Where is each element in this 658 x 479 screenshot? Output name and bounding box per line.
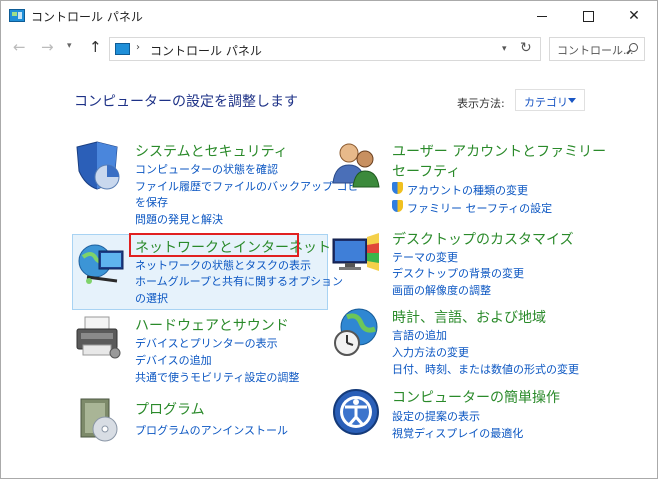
view-by-value: カテゴリ [524,96,568,109]
address-bar[interactable]: › コントロール パネル ▾ ↻ [109,37,541,61]
category-programs[interactable]: プログラム [135,399,205,419]
chevron-down-icon [568,98,576,103]
breadcrumb[interactable]: コントロール パネル [150,42,262,59]
link-check-computer-status[interactable]: コンピューターの状態を確認 [135,161,278,177]
maximize-icon [582,10,594,22]
link-network-status[interactable]: ネットワークの状態とタスクの表示 [135,257,311,273]
link-date-time-format[interactable]: 日付、時刻、または数値の形式の変更 [392,361,579,377]
maximize-button[interactable] [565,1,611,31]
search-icon[interactable] [629,43,638,52]
link-input-methods[interactable]: 入力方法の変更 [392,344,469,360]
shield-icon [76,141,120,190]
title-bar: コントロール パネル ✕ [1,1,657,31]
back-arrow-icon[interactable]: ← [13,38,26,56]
page-title: コンピューターの設定を調整します [74,94,298,110]
network-globe-icon [78,244,124,284]
link-change-background[interactable]: デスクトップの背景の変更 [392,265,524,281]
refresh-icon[interactable]: ↻ [520,40,532,56]
category-user-accounts[interactable]: ユーザー アカウントとファミリー [392,141,606,161]
window-title: コントロール パネル [31,10,143,24]
navigation-bar: ← → ▾ ↑ › コントロール パネル ▾ ↻ コントロール... [1,35,657,63]
link-file-history-backup-cont[interactable]: を保存 [135,194,168,210]
category-ease-of-access[interactable]: コンピューターの簡単操作 [392,387,560,407]
minimize-icon [537,15,547,17]
category-appearance[interactable]: デスクトップのカスタマイズ [392,229,574,249]
view-by-dropdown[interactable]: カテゴリ [515,89,585,111]
ease-of-access-icon [333,389,379,435]
programs-icon [80,398,118,442]
printer-icon [76,316,121,359]
control-panel-icon [9,9,25,22]
forward-arrow-icon[interactable]: → [41,38,54,56]
selection-highlight-box [129,233,299,257]
close-icon: ✕ [628,8,640,24]
link-devices-printers[interactable]: デバイスとプリンターの表示 [135,335,278,351]
control-panel-small-icon [115,43,130,55]
link-get-recommendations[interactable]: 設定の提案の表示 [392,408,480,424]
link-mobility-settings[interactable]: 共通で使うモビリティ設定の調整 [135,369,299,385]
close-button[interactable]: ✕ [611,1,657,31]
recent-locations-chevron-icon[interactable]: ▾ [67,41,72,51]
control-panel-window: コントロール パネル ✕ ← → ▾ ↑ › コントロール パネル ▾ ↻ コン… [0,0,658,479]
link-add-device[interactable]: デバイスの追加 [135,352,212,368]
address-dropdown-chevron-icon[interactable]: ▾ [502,44,507,54]
link-add-language[interactable]: 言語の追加 [392,327,447,343]
breadcrumb-separator: › [136,42,140,53]
category-system-security[interactable]: システムとセキュリティ [135,141,288,161]
link-screen-resolution[interactable]: 画面の解像度の調整 [392,282,491,298]
search-input[interactable]: コントロール... [557,42,634,58]
minimize-button[interactable] [519,1,565,31]
desktop-personalize-icon [332,233,379,271]
link-optimize-visual-display[interactable]: 視覚ディスプレイの最適化 [392,425,523,441]
link-uninstall-program[interactable]: プログラムのアンインストール [135,422,288,438]
users-icon [332,143,380,188]
globe-clock-icon [334,308,378,356]
link-change-theme[interactable]: テーマの変更 [392,249,458,265]
uac-shield-icon [392,200,403,212]
uac-shield-icon [392,182,403,194]
category-clock-region[interactable]: 時計、言語、および地域 [392,307,546,327]
link-homegroup-options-cont[interactable]: の選択 [135,290,168,306]
category-user-accounts-cont[interactable]: セーフティ [392,161,460,181]
category-hardware-sound[interactable]: ハードウェアとサウンド [135,315,289,335]
search-box[interactable]: コントロール... [549,37,645,61]
link-homegroup-options[interactable]: ホームグループと共有に関するオプション [135,273,343,289]
link-change-account-type[interactable]: アカウントの種類の変更 [407,182,528,198]
link-troubleshoot[interactable]: 問題の発見と解決 [135,211,223,227]
link-family-safety[interactable]: ファミリー セーフティの設定 [407,200,552,216]
view-by-label: 表示方法: [457,97,505,110]
up-arrow-icon[interactable]: ↑ [89,38,102,56]
